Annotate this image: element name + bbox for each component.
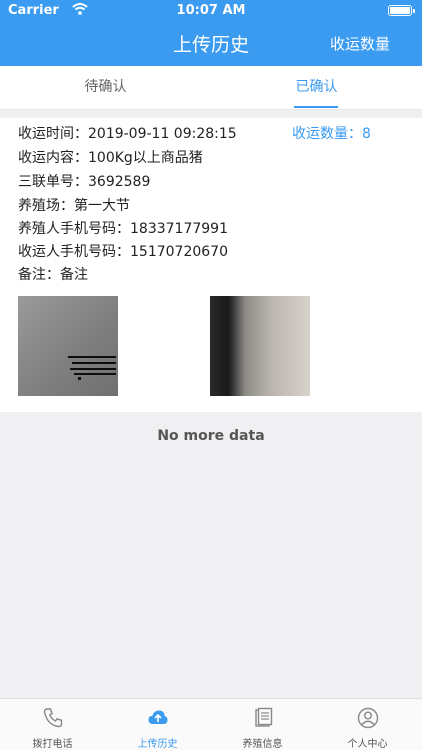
nav-profile[interactable]: 个人中心 <box>315 699 420 750</box>
nav-upload-history[interactable]: 上传历史 <box>105 699 210 750</box>
collection-content: 收运内容：100Kg以上商品猪 <box>18 150 203 166</box>
document-icon <box>252 707 274 729</box>
nav-profile-label: 个人中心 <box>347 739 388 750</box>
collector-phone: 收运人手机号码：15170720670 <box>18 244 228 260</box>
bottom-nav: 拨打电话 上传历史 养殖信息 个人中心 <box>0 698 422 750</box>
form-number: 三联单号：3692589 <box>18 174 151 190</box>
nav-upload-history-label: 上传历史 <box>137 739 178 750</box>
cloud-upload-icon <box>147 707 169 729</box>
user-icon <box>357 707 379 729</box>
remark: 备注：备注 <box>18 267 88 283</box>
collection-time: 收运时间：2019-09-11 09:28:15 <box>18 126 237 142</box>
header: Carrier 10:07 AM 上传历史 收运数量 <box>0 0 422 66</box>
nav-call-label: 拨打电话 <box>32 739 73 750</box>
farm-name: 养殖场：第一大节 <box>18 198 130 214</box>
farmer-phone: 养殖人手机号码：18337177991 <box>18 221 228 237</box>
photo-thumbnail[interactable] <box>210 296 310 396</box>
collection-count: 收运数量：8 <box>292 126 371 142</box>
active-tab-indicator <box>294 106 338 108</box>
nav-farm-info-label: 养殖信息 <box>242 739 283 750</box>
tab-pending[interactable]: 待确认 <box>0 66 211 110</box>
list-end-message: No more data <box>157 428 265 444</box>
battery-icon <box>388 5 415 16</box>
record-card[interactable]: 收运时间：2019-09-11 09:28:15 收运数量：8 收运内容：100… <box>0 118 422 412</box>
phone-icon <box>42 707 64 729</box>
status-bar: Carrier 10:07 AM <box>0 0 422 20</box>
tab-bar: 待确认 已确认 <box>0 66 422 110</box>
tab-confirmed[interactable]: 已确认 <box>211 66 422 110</box>
collection-count-button[interactable]: 收运数量 <box>330 33 390 54</box>
nav-farm-info[interactable]: 养殖信息 <box>210 699 315 750</box>
photo-thumbnail[interactable] <box>18 296 118 396</box>
nav-call[interactable]: 拨打电话 <box>0 699 105 750</box>
clock: 10:07 AM <box>176 3 246 18</box>
